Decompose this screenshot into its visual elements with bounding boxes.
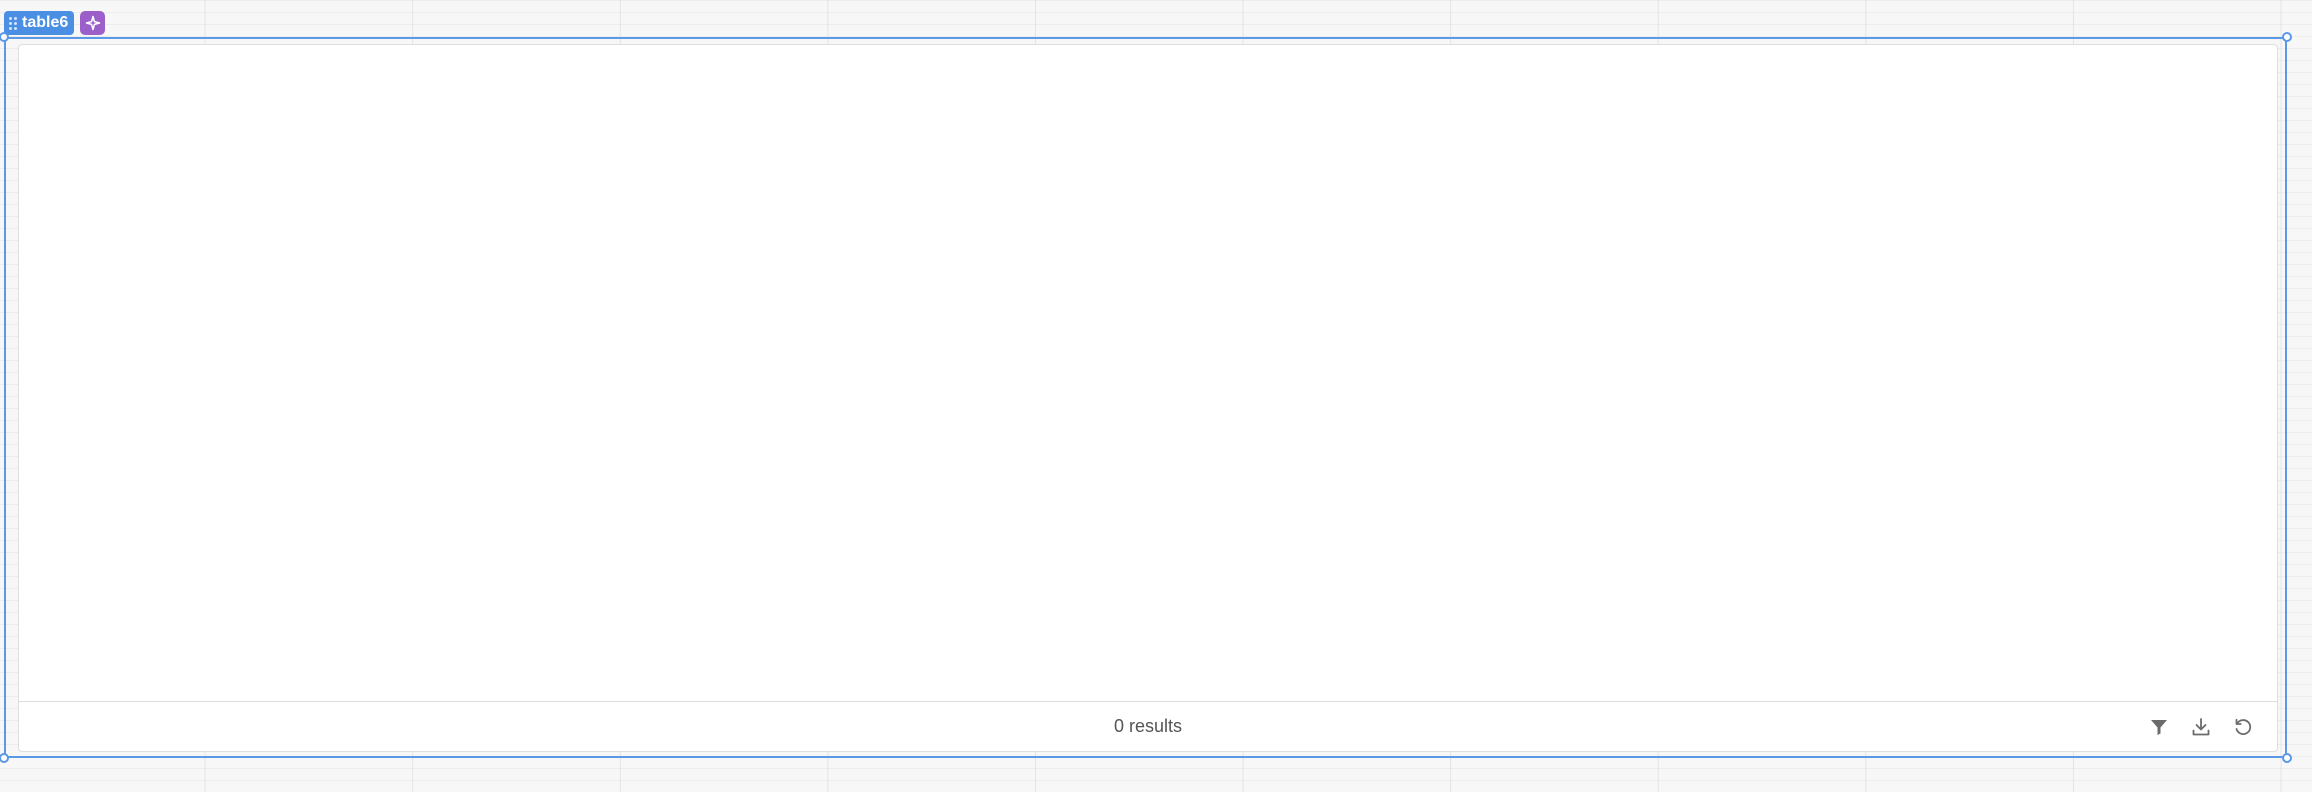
filter-button[interactable]: [2147, 715, 2171, 739]
ai-assist-button[interactable]: [80, 11, 105, 35]
footer-actions: [2147, 702, 2255, 751]
table-body: [19, 45, 2277, 701]
component-name-tag[interactable]: table6: [4, 11, 75, 35]
table-footer: 0 results: [19, 701, 2277, 751]
refresh-icon: [2235, 718, 2252, 735]
sparkle-icon: [85, 15, 100, 31]
filter-icon: [2151, 719, 2167, 735]
refresh-button[interactable]: [2231, 715, 2255, 739]
download-button[interactable]: [2189, 715, 2213, 739]
table-component[interactable]: 0 results: [18, 44, 2278, 752]
resize-handle-bottom-left[interactable]: [0, 753, 9, 763]
resize-handle-top-left[interactable]: [0, 32, 9, 42]
drag-dots-icon[interactable]: [9, 16, 17, 30]
component-name-label: table6: [22, 14, 69, 31]
resize-handle-top-right[interactable]: [2282, 32, 2292, 42]
resize-handle-bottom-right[interactable]: [2282, 753, 2292, 763]
results-count: 0 results: [1113, 716, 1183, 736]
download-icon: [2192, 717, 2210, 735]
